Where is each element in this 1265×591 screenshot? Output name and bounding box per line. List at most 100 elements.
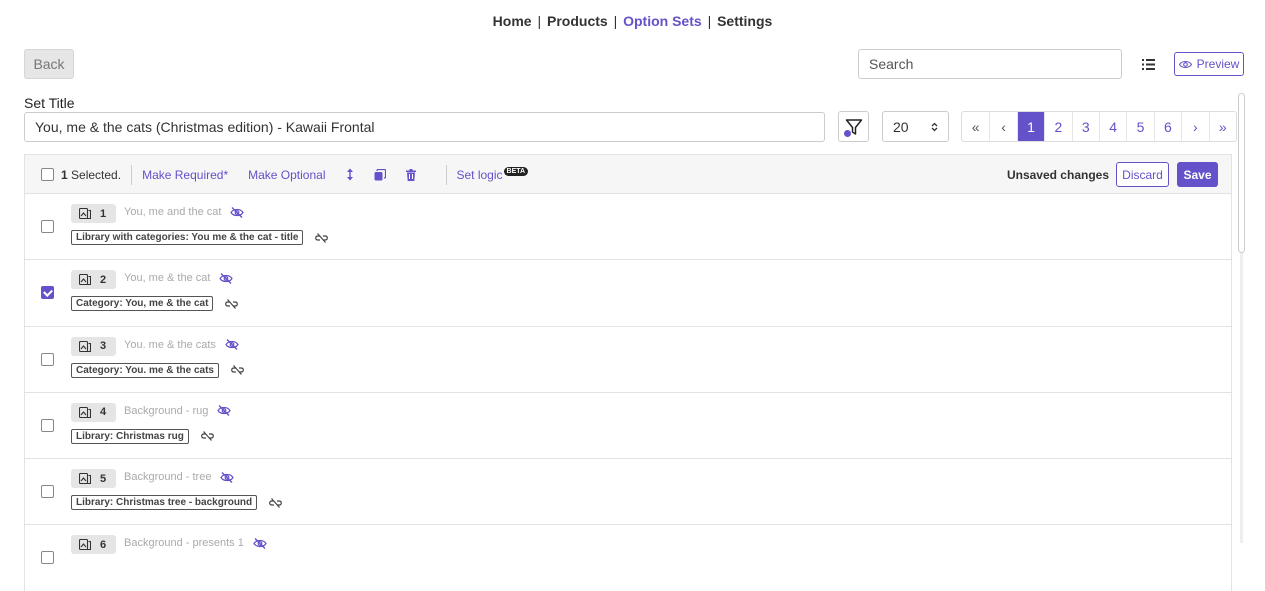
toolbar-divider: [131, 164, 133, 185]
filter-button[interactable]: [838, 111, 869, 142]
preview-button[interactable]: Preview: [1174, 52, 1244, 76]
row-number: 3: [100, 340, 107, 353]
unlink-icon[interactable]: [315, 232, 329, 243]
row-name-text: You, me and the cat: [124, 206, 222, 218]
row-number-badge: 5: [71, 469, 116, 489]
list-icon: [1141, 58, 1155, 70]
eye-off-icon[interactable]: [225, 339, 239, 351]
unlink-icon[interactable]: [225, 298, 239, 309]
eye-off-icon[interactable]: [253, 538, 267, 549]
delete-button[interactable]: [405, 168, 416, 181]
images-icon: [79, 473, 91, 485]
eye-icon: [1178, 60, 1192, 68]
page-prev[interactable]: ‹: [989, 112, 1016, 141]
list-view-button[interactable]: [1134, 50, 1162, 78]
row-number: 5: [100, 472, 107, 485]
toolbar-divider: [445, 164, 447, 185]
images-icon: [79, 274, 91, 286]
page-4[interactable]: 4: [1098, 112, 1126, 141]
source-tag: Library: Christmas rug: [71, 428, 189, 444]
row-source: Library: Christmas rug: [71, 428, 214, 444]
row-name-text: Background - tree: [124, 471, 212, 484]
row-source: Category: You. me & the cats: [71, 362, 244, 378]
source-tag: Category: You, me & the cat: [71, 296, 214, 312]
row-option-name: Background - rug: [124, 404, 232, 417]
option-row[interactable]: 2 You, me & the cat Category: You, me & th…: [24, 259, 1232, 326]
nav-products[interactable]: Products: [547, 13, 608, 29]
row-option-name: You. me & the cats: [124, 339, 239, 351]
page-last[interactable]: »: [1208, 112, 1236, 141]
row-source: Library with categories: You me & the ca…: [71, 230, 329, 245]
row-checkbox[interactable]: [41, 352, 54, 366]
selected-count: 1: [61, 167, 68, 182]
make-required-button[interactable]: Make Required*: [142, 168, 228, 182]
scrollbar-track[interactable]: [1240, 253, 1243, 543]
discard-button[interactable]: Discard: [1116, 162, 1169, 187]
nav-separator: |: [707, 13, 712, 29]
row-checkbox[interactable]: [41, 485, 54, 499]
set-logic-button[interactable]: Set logic BETA: [456, 166, 529, 182]
unsaved-changes-label: Unsaved changes: [1006, 167, 1109, 182]
pagination: « ‹ 1 2 3 4 5 6 › »: [961, 111, 1237, 142]
row-number: 4: [100, 406, 107, 419]
set-logic-label: Set logic: [456, 167, 503, 182]
eye-off-icon[interactable]: [220, 471, 235, 483]
page-2[interactable]: 2: [1044, 112, 1071, 141]
row-source: Library: Christmas tree - background: [71, 495, 283, 511]
per-page-select[interactable]: 20: [882, 111, 949, 142]
page-6[interactable]: 6: [1153, 112, 1181, 141]
filter-active-dot: [844, 130, 851, 137]
save-button[interactable]: Save: [1177, 162, 1218, 187]
page-3[interactable]: 3: [1071, 112, 1099, 141]
selected-label: Selected.: [71, 167, 122, 182]
images-icon: [79, 340, 91, 352]
nav-settings[interactable]: Settings: [717, 13, 772, 29]
selected-summary: 1 Selected.: [61, 168, 121, 182]
option-row[interactable]: 4 Background - rug Library: Christmas rug: [24, 391, 1232, 459]
preview-label: Preview: [1196, 57, 1240, 71]
select-all-checkbox[interactable]: [41, 168, 54, 181]
unlink-icon[interactable]: [231, 365, 244, 375]
row-number: 2: [100, 273, 107, 286]
images-icon: [79, 208, 91, 219]
per-page-value: 20: [893, 118, 909, 135]
images-icon: [79, 539, 91, 551]
set-title-input[interactable]: You, me & the cats (Christmas edition) -…: [24, 112, 825, 142]
back-button[interactable]: Back: [24, 49, 74, 79]
nav-option-sets[interactable]: Option Sets: [623, 13, 702, 29]
eye-off-icon[interactable]: [230, 206, 245, 218]
option-row[interactable]: 6 Background - presents 1: [24, 524, 1232, 591]
unlink-icon[interactable]: [200, 431, 214, 442]
row-checkbox[interactable]: [41, 551, 54, 565]
duplicate-icon: [374, 168, 386, 180]
row-number-badge: 6: [71, 535, 116, 555]
row-checkbox[interactable]: [41, 220, 54, 233]
reorder-button[interactable]: [346, 168, 354, 181]
page-first[interactable]: «: [962, 112, 989, 141]
page-1[interactable]: 1: [1016, 112, 1045, 141]
duplicate-button[interactable]: [374, 168, 386, 181]
option-list: 1 You, me and the cat Library with categor…: [24, 193, 1232, 591]
option-row[interactable]: 5 Background - tree Library: Christmas tre…: [24, 458, 1232, 525]
source-tag: Library with categories: You me & the ca…: [71, 230, 304, 245]
search-input[interactable]: Search: [858, 49, 1122, 79]
row-name-text: You. me & the cats: [124, 338, 216, 351]
option-row[interactable]: 3 You. me & the cats Category: You. me & t…: [24, 325, 1232, 392]
row-option-name: Background - tree: [124, 471, 235, 484]
row-name-text: Background - rug: [124, 404, 209, 417]
row-checkbox[interactable]: [41, 286, 54, 300]
page-next[interactable]: ›: [1181, 112, 1208, 141]
make-optional-button[interactable]: Make Optional: [248, 168, 325, 182]
reorder-icon: [346, 168, 353, 181]
page-5[interactable]: 5: [1126, 112, 1153, 141]
option-row[interactable]: 1 You, me and the cat Library with categor…: [24, 193, 1232, 260]
row-checkbox[interactable]: [41, 418, 54, 432]
row-option-name: Background - presents 1: [124, 537, 267, 549]
nav-home[interactable]: Home: [493, 13, 532, 29]
unlink-icon[interactable]: [269, 497, 283, 508]
scrollbar-thumb[interactable]: [1238, 93, 1245, 253]
eye-off-icon[interactable]: [217, 405, 232, 417]
set-title-label: Set Title: [24, 95, 75, 111]
eye-off-icon[interactable]: [219, 272, 234, 284]
row-number-badge: 2: [71, 270, 116, 290]
